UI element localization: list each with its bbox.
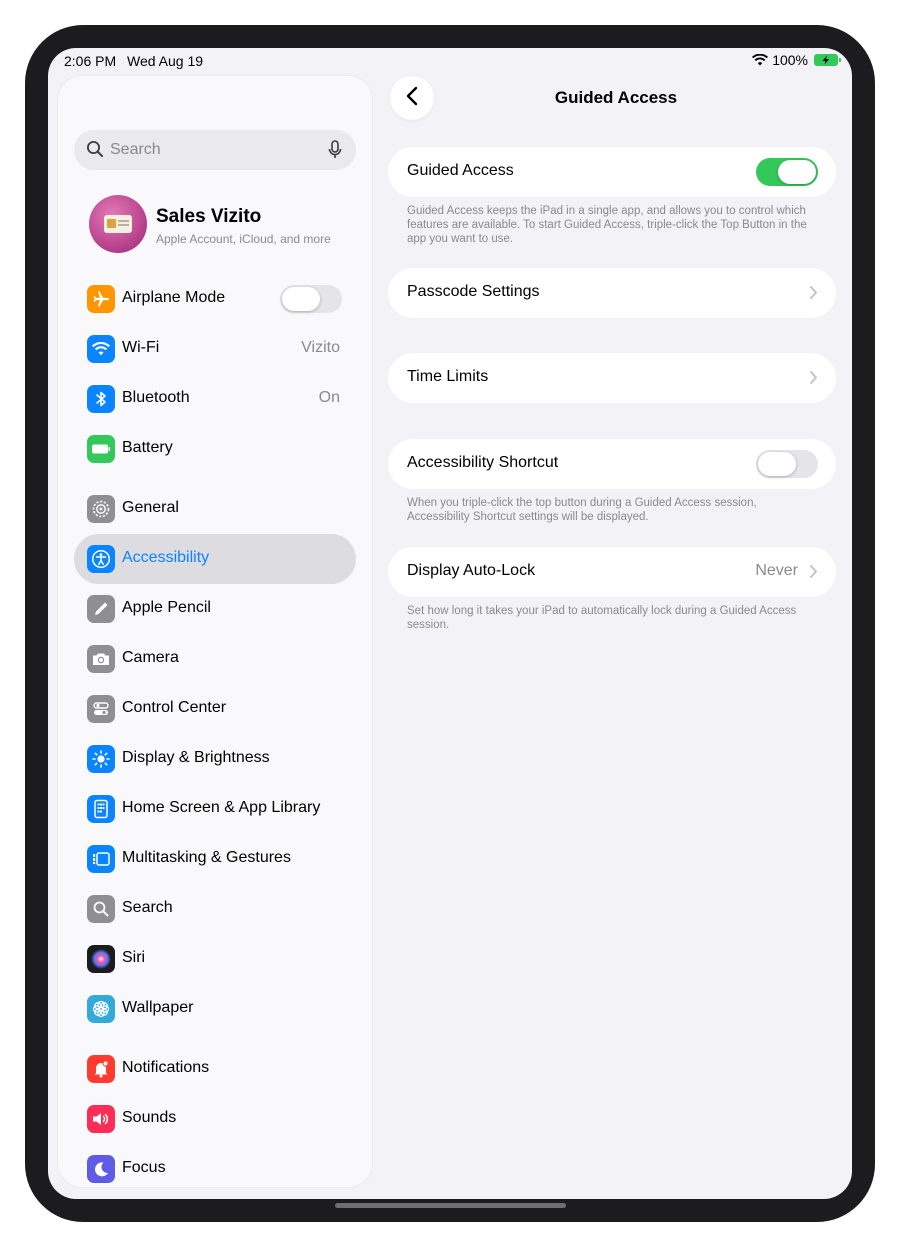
sidebar-item-multitasking[interactable]: Multitasking & Gestures xyxy=(74,834,356,884)
bluetooth-icon xyxy=(87,385,115,413)
airplane-mode-toggle[interactable] xyxy=(280,285,342,313)
page-title: Guided Access xyxy=(554,88,678,107)
sidebar-item-airplane-mode[interactable]: Airplane Mode xyxy=(74,274,356,324)
back-button[interactable] xyxy=(390,76,434,120)
display-auto-lock-row[interactable]: Display Auto-Lock Never xyxy=(388,547,836,597)
sidebar-item-label: Search xyxy=(122,899,173,916)
battery-icon xyxy=(87,435,115,463)
sidebar-item-camera[interactable]: Camera xyxy=(74,634,356,684)
chevron-left-icon xyxy=(405,86,419,111)
time-limits-row[interactable]: Time Limits xyxy=(388,353,836,403)
wifi-icon xyxy=(87,335,115,363)
home-indicator[interactable] xyxy=(335,1203,566,1208)
guided-access-toggle[interactable] xyxy=(756,158,818,186)
speaker-icon xyxy=(87,1105,115,1133)
sidebar-item-siri[interactable]: Siri xyxy=(74,934,356,984)
sidebar-item-label: Bluetooth xyxy=(122,389,190,406)
profile-subtitle: Apple Account, iCloud, and more xyxy=(156,232,331,246)
chevron-right-icon xyxy=(809,370,818,390)
screen: 2:06 PM Wed Aug 19 100% Sales Vizito xyxy=(48,48,852,1199)
account-profile[interactable]: Sales Vizito Apple Account, iCloud, and … xyxy=(74,192,356,256)
sidebar-item-label: Wallpaper xyxy=(122,999,194,1016)
display-auto-lock-label: Display Auto-Lock xyxy=(407,562,536,579)
search-icon xyxy=(87,895,115,923)
status-bar: 2:06 PM Wed Aug 19 100% xyxy=(48,48,852,74)
accessibility-shortcut-footnote: When you triple-click the top button dur… xyxy=(407,497,757,523)
sidebar-item-label: Notifications xyxy=(122,1059,210,1076)
search-field[interactable] xyxy=(74,130,356,170)
sidebar-item-label: Display & Brightness xyxy=(122,749,270,766)
magnifier-icon xyxy=(86,140,104,163)
sidebar-item-sounds[interactable]: Sounds xyxy=(74,1094,356,1144)
sun-icon xyxy=(87,745,115,773)
status-date: Wed Aug 19 xyxy=(127,53,204,69)
wifi-network-value: Vizito xyxy=(301,339,340,356)
passcode-settings-label: Passcode Settings xyxy=(407,283,540,300)
siri-icon xyxy=(87,945,115,973)
sidebar-item-home-screen[interactable]: Home Screen & App Library xyxy=(74,784,356,834)
sidebar-item-battery[interactable]: Battery xyxy=(74,424,356,474)
sidebar-item-label: Airplane Mode xyxy=(122,289,226,306)
status-indicators: 100% xyxy=(752,52,841,68)
battery-charging-icon xyxy=(814,54,841,66)
moon-icon xyxy=(87,1155,115,1183)
home-screen-icon xyxy=(87,795,115,823)
camera-icon xyxy=(87,645,115,673)
wifi-status-icon xyxy=(752,54,769,66)
gear-icon xyxy=(87,495,115,523)
sidebar-item-search[interactable]: Search xyxy=(74,884,356,934)
sidebar-item-label: Sounds xyxy=(122,1109,177,1126)
sidebar-item-label: Multitasking & Gestures xyxy=(122,849,291,866)
multitasking-icon xyxy=(87,845,115,873)
flower-icon xyxy=(87,995,115,1023)
accessibility-shortcut-row: Accessibility Shortcut xyxy=(388,439,836,489)
sidebar-item-accessibility[interactable]: Accessibility xyxy=(74,534,356,584)
microphone-icon[interactable] xyxy=(328,140,342,165)
chevron-right-icon xyxy=(809,285,818,305)
sidebar-item-wallpaper[interactable]: Wallpaper xyxy=(74,984,356,1034)
settings-sidebar: Sales Vizito Apple Account, iCloud, and … xyxy=(58,76,372,1187)
avatar xyxy=(89,195,147,253)
sidebar-item-label: General xyxy=(122,499,179,516)
guided-access-row: Guided Access xyxy=(388,147,836,197)
sidebar-item-notifications[interactable]: Notifications xyxy=(74,1044,356,1094)
profile-name: Sales Vizito xyxy=(156,206,262,227)
battery-percent: 100% xyxy=(772,52,808,68)
accessibility-shortcut-label: Accessibility Shortcut xyxy=(407,454,559,471)
accessibility-icon xyxy=(87,545,115,573)
sidebar-item-label: Camera xyxy=(122,649,179,666)
sidebar-item-bluetooth[interactable]: Bluetooth On xyxy=(74,374,356,424)
sidebar-item-control-center[interactable]: Control Center xyxy=(74,684,356,734)
sidebar-item-label: Focus xyxy=(122,1159,166,1176)
sidebar-item-display-brightness[interactable]: Display & Brightness xyxy=(74,734,356,784)
guided-access-label: Guided Access xyxy=(407,162,514,179)
sidebar-item-label: Accessibility xyxy=(122,549,210,566)
display-auto-lock-value: Never xyxy=(755,562,798,579)
sidebar-item-label: Apple Pencil xyxy=(122,599,211,616)
sidebar-item-apple-pencil[interactable]: Apple Pencil xyxy=(74,584,356,634)
pencil-icon xyxy=(87,595,115,623)
sidebar-item-label: Siri xyxy=(122,949,146,966)
control-center-icon xyxy=(87,695,115,723)
status-time: 2:06 PM xyxy=(64,53,117,69)
sidebar-item-label: Battery xyxy=(122,439,173,456)
sidebar-item-general[interactable]: General xyxy=(74,484,356,534)
airplane-icon xyxy=(87,285,115,313)
accessibility-shortcut-toggle[interactable] xyxy=(756,450,818,478)
display-auto-lock-footnote: Set how long it takes your iPad to autom… xyxy=(407,605,797,631)
sidebar-item-label: Wi-Fi xyxy=(122,339,160,356)
guided-access-footnote: Guided Access keeps the iPad in a single… xyxy=(407,205,807,245)
sidebar-item-focus[interactable]: Focus xyxy=(74,1144,356,1187)
sidebar-item-label: Home Screen & App Library xyxy=(122,799,321,816)
bell-icon xyxy=(87,1055,115,1083)
sidebar-item-wifi[interactable]: Wi-Fi Vizito xyxy=(74,324,356,374)
sidebar-item-label: Control Center xyxy=(122,699,227,716)
bluetooth-value: On xyxy=(318,389,340,406)
search-input[interactable] xyxy=(110,130,310,170)
passcode-settings-row[interactable]: Passcode Settings xyxy=(388,268,836,318)
chevron-right-icon xyxy=(809,564,818,584)
time-limits-label: Time Limits xyxy=(407,368,489,385)
